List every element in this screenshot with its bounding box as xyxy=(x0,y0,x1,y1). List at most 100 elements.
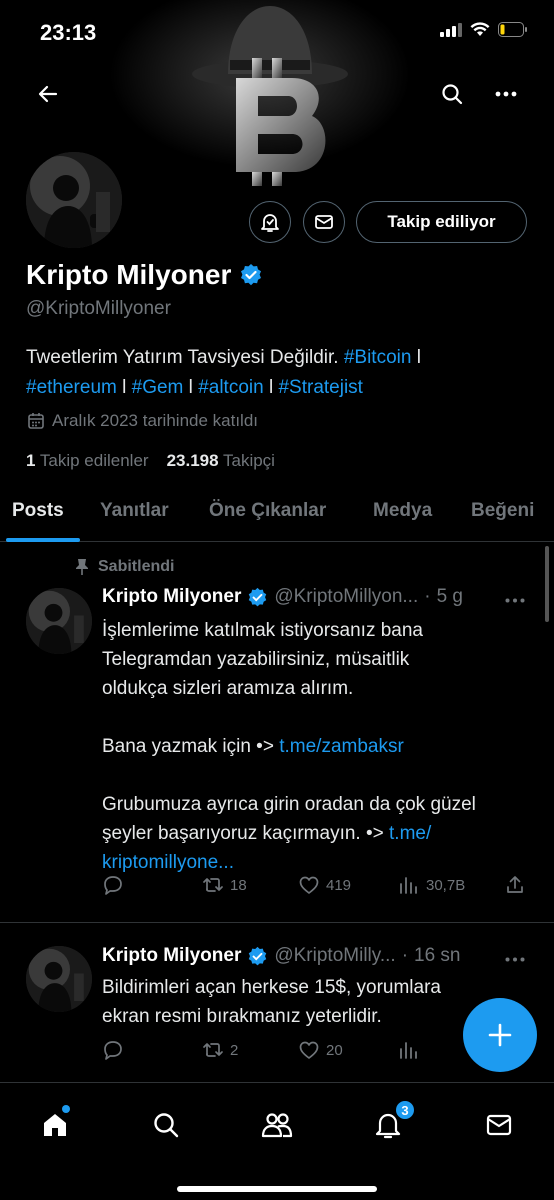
plus-icon xyxy=(488,1023,512,1047)
hashtag-link[interactable]: #Gem xyxy=(132,377,184,398)
post-time[interactable]: 5 g xyxy=(437,586,463,608)
post-author-handle[interactable]: @KriptoMillyon... xyxy=(274,586,418,608)
post-more-button[interactable] xyxy=(505,945,525,968)
more-horizontal-icon xyxy=(505,957,525,962)
tab-replies[interactable]: Yanıtlar xyxy=(100,500,169,522)
repost-button[interactable]: 2 xyxy=(202,1039,238,1061)
like-button[interactable]: 20 xyxy=(298,1039,343,1061)
mail-icon xyxy=(315,215,333,229)
hashtag-link[interactable]: #Stratejist xyxy=(278,377,362,398)
hashtag-link[interactable]: #Bitcoin xyxy=(344,347,412,368)
reply-button[interactable] xyxy=(102,1039,124,1061)
reply-icon xyxy=(104,876,122,895)
pinned-label: Sabitlendi xyxy=(74,558,174,576)
avatar-image xyxy=(26,946,92,1012)
search-icon xyxy=(442,84,463,105)
bio-separator: l xyxy=(188,377,193,398)
signal-icon xyxy=(440,22,462,37)
tab-media[interactable]: Medya xyxy=(373,500,432,522)
message-button[interactable] xyxy=(303,201,345,243)
nav-search[interactable] xyxy=(144,1103,188,1147)
bell-check-icon xyxy=(261,214,279,232)
views-button[interactable] xyxy=(398,1039,420,1061)
post-divider xyxy=(0,922,554,923)
hashtag-link[interactable]: #ethereum xyxy=(26,377,117,398)
post-header: Kripto Milyoner @KriptoMilly... · 16 sn xyxy=(102,945,461,967)
bio-separator: l xyxy=(122,377,127,398)
profile-name-row: Kripto Milyoner xyxy=(26,259,263,291)
avatar-image xyxy=(26,152,122,248)
follow-stats: 1 Takip edilenler 23.198 Takipçi xyxy=(26,451,275,471)
more-horizontal-icon xyxy=(505,598,525,603)
post-author-name[interactable]: Kripto Milyoner xyxy=(102,945,241,967)
more-horizontal-icon xyxy=(495,91,517,97)
post-avatar[interactable] xyxy=(26,588,92,654)
communities-icon xyxy=(261,1113,293,1138)
battery-icon xyxy=(498,22,527,37)
scrollbar[interactable] xyxy=(545,546,549,622)
home-icon xyxy=(44,1114,66,1136)
verified-badge-icon xyxy=(249,587,267,606)
post-more-button[interactable] xyxy=(505,586,525,609)
verified-badge-icon xyxy=(249,946,267,965)
compose-post-button[interactable] xyxy=(463,998,537,1072)
avatar-image xyxy=(26,588,92,654)
repost-button[interactable]: 18 xyxy=(202,874,247,896)
following-link[interactable]: 1 Takip edilenler xyxy=(26,451,149,471)
join-date-text: Aralık 2023 tarihinde katıldı xyxy=(52,411,259,430)
back-button[interactable] xyxy=(28,74,68,114)
wifi-icon xyxy=(470,22,490,36)
pin-icon xyxy=(76,559,88,575)
repost-count: 18 xyxy=(230,876,247,894)
tab-highlights[interactable]: Öne Çıkanlar xyxy=(209,500,326,522)
bio-text: Tweetlerim Yatırım Tavsiyesi Değildir. xyxy=(26,347,339,368)
views-icon xyxy=(400,1042,417,1059)
post-text: İşlemlerime katılmak istiyorsanız bana T… xyxy=(102,616,522,877)
heart-icon xyxy=(299,876,319,894)
following-button[interactable]: Takip ediliyor xyxy=(356,201,527,243)
calendar-icon xyxy=(28,413,44,429)
search-button[interactable] xyxy=(432,74,472,114)
tab-likes[interactable]: Beğeni xyxy=(471,500,534,522)
more-options-button[interactable] xyxy=(486,74,526,114)
home-indicator[interactable] xyxy=(177,1186,377,1192)
group-link[interactable]: kriptomillyone... xyxy=(102,848,522,877)
nav-messages[interactable] xyxy=(477,1103,521,1147)
profile-tabs: Posts Yanıtlar Öne Çıkanlar Medya Beğeni xyxy=(0,488,554,542)
search-icon xyxy=(154,1113,179,1138)
post-avatar[interactable] xyxy=(26,946,92,1012)
heart-icon xyxy=(299,1041,319,1059)
group-link[interactable]: t.me/ xyxy=(389,823,431,844)
share-button[interactable] xyxy=(504,874,526,896)
profile-avatar[interactable] xyxy=(22,148,126,252)
post-author-handle[interactable]: @KriptoMilly... xyxy=(274,945,395,967)
repost-icon xyxy=(203,1043,223,1057)
like-button[interactable]: 419 xyxy=(298,874,351,896)
hashtag-link[interactable]: #altcoin xyxy=(198,377,264,398)
status-icons xyxy=(440,22,528,37)
status-bar: 23:13 xyxy=(0,0,554,64)
notification-subscribe-button[interactable] xyxy=(249,201,291,243)
nav-home[interactable] xyxy=(33,1103,77,1147)
verified-badge-icon[interactable] xyxy=(239,263,263,287)
repost-count: 2 xyxy=(230,1041,239,1059)
views-count: 30,7B xyxy=(426,876,466,894)
post-author-name[interactable]: Kripto Milyoner xyxy=(102,586,241,608)
post-actions: 18 419 30,7B xyxy=(102,874,532,900)
arrow-left-icon xyxy=(38,85,58,103)
status-time: 23:13 xyxy=(40,20,97,45)
like-count: 419 xyxy=(326,876,352,894)
active-tab-indicator xyxy=(6,538,80,542)
views-button[interactable]: 30,7B xyxy=(398,874,465,896)
telegram-link[interactable]: t.me/zambaksr xyxy=(279,736,404,757)
followers-link[interactable]: 23.198 Takipçi xyxy=(167,451,275,471)
profile-bio: Tweetlerim Yatırım Tavsiyesi Değildir. #… xyxy=(26,343,526,403)
join-date: Aralık 2023 tarihinde katıldı xyxy=(26,411,258,431)
profile-handle: @KriptoMillyoner xyxy=(26,298,171,319)
tab-posts[interactable]: Posts xyxy=(12,500,64,522)
nav-communities[interactable] xyxy=(255,1103,299,1147)
home-new-indicator xyxy=(62,1105,70,1113)
post-time[interactable]: 16 sn xyxy=(414,945,460,967)
bottom-navigation: 3 xyxy=(0,1082,554,1200)
reply-button[interactable] xyxy=(102,874,124,896)
